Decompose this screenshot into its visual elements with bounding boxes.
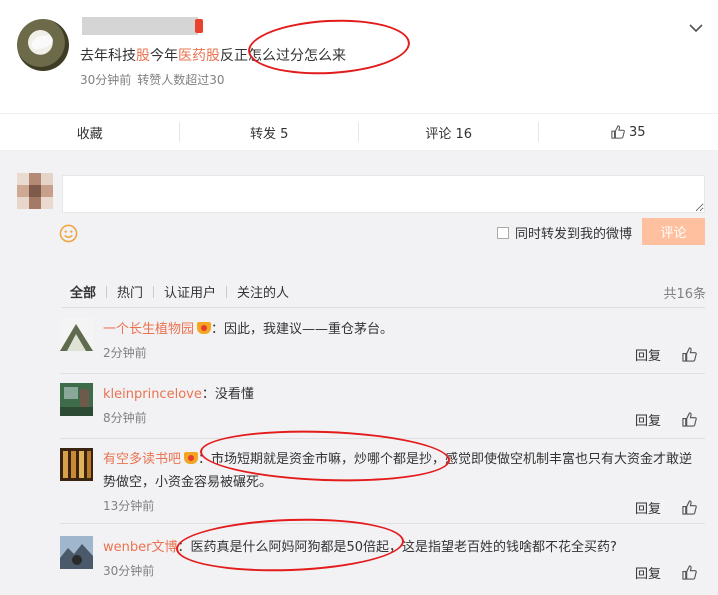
post-text-part: 反正怎么过分怎么来	[220, 48, 346, 64]
comment-body: 有空多读书吧 ：市场短期就是资金市嘛，炒哪个都是抄，感觉即使做空机制丰富也只有大资…	[103, 448, 705, 494]
comment-total: 共16条	[663, 287, 706, 302]
comment-body: wenber文博：医药真是什么阿妈阿狗都是50倍起，这是指望老百姓的钱啥都不花全…	[103, 536, 705, 559]
reply-button[interactable]: 回复	[635, 498, 661, 517]
comment-filters: 全部 热门 认证用户 关注的人	[62, 282, 299, 301]
my-avatar	[17, 173, 53, 209]
comment-time: 30分钟前	[103, 564, 155, 578]
favorite-label: 收藏	[76, 126, 103, 142]
post-text-highlight[interactable]: 医药股	[178, 48, 220, 64]
action-bar: 收藏 转发 5 评论 16 35	[0, 113, 718, 151]
vip-badge	[195, 19, 203, 33]
comment-button[interactable]: 评论 16	[359, 114, 539, 150]
submit-comment-button[interactable]: 评论	[642, 218, 705, 245]
like-button[interactable]: 35	[539, 114, 718, 150]
reply-button[interactable]: 回复	[635, 410, 661, 429]
filter-underline	[62, 307, 705, 308]
commenter-name[interactable]: 有空多读书吧	[103, 452, 181, 467]
repost-option-label: 同时转发到我的微博	[515, 227, 633, 242]
thumbs-up-icon	[611, 125, 625, 139]
commenter-name[interactable]: wenber文博	[103, 540, 177, 555]
commenter-avatar[interactable]	[60, 448, 93, 481]
comment-item: wenber文博：医药真是什么阿妈阿狗都是50倍起，这是指望老百姓的钱啥都不花全…	[60, 536, 705, 592]
comment-time: 13分钟前	[103, 499, 155, 513]
comment-text: ：因此，我建议——重仓茅台。	[211, 322, 394, 337]
comment-text: ：医药真是什么阿妈阿狗都是50倍起，这是指望老百姓的钱啥都不花全买药?	[177, 540, 617, 555]
like-count: 35	[628, 124, 646, 140]
thumbs-up-icon[interactable]	[682, 500, 697, 515]
comment-body: 一个长生植物园 ：因此，我建议——重仓茅台。	[103, 318, 705, 341]
chevron-down-icon[interactable]	[688, 20, 704, 36]
post-meta: 30分钟前 转赞人数超过30	[80, 71, 231, 88]
comment-label: 评论 16	[425, 126, 473, 142]
thumbs-up-icon[interactable]	[682, 565, 697, 580]
emoji-icon[interactable]	[59, 224, 78, 243]
favorite-button[interactable]: 收藏	[0, 114, 180, 150]
tab-following[interactable]: 关注的人	[227, 282, 299, 301]
thumbs-up-icon[interactable]	[682, 412, 697, 427]
post-text-highlight[interactable]: 股	[136, 48, 150, 64]
comment-item: 一个长生植物园 ：因此，我建议——重仓茅台。 2分钟前 回复	[60, 318, 705, 374]
post-text: 去年科技股今年医药股反正怎么过分怎么来	[80, 45, 346, 65]
comment-time: 2分钟前	[103, 346, 147, 360]
post-text-part: 今年	[150, 48, 178, 64]
commenter-avatar[interactable]	[60, 383, 93, 416]
post-card: 去年科技股今年医药股反正怎么过分怎么来 30分钟前 转赞人数超过30	[0, 0, 718, 113]
commenter-avatar[interactable]	[60, 318, 93, 351]
reply-button[interactable]: 回复	[635, 345, 661, 364]
repost-checkbox[interactable]	[497, 226, 509, 239]
comment-item: 有空多读书吧 ：市场短期就是资金市嘛，炒哪个都是抄，感觉即使做空机制丰富也只有大资…	[60, 448, 705, 524]
repost-info: 转赞人数超过30	[137, 73, 225, 87]
author-name-blurred[interactable]	[82, 17, 198, 35]
commenter-name[interactable]: kleinprincelove	[103, 387, 202, 402]
tab-verified[interactable]: 认证用户	[154, 282, 226, 301]
post-text-part: 去年科技	[80, 48, 136, 64]
comment-divider	[60, 523, 705, 524]
tab-all[interactable]: 全部	[62, 282, 106, 301]
comment-body: kleinprincelove：没看懂	[103, 383, 705, 406]
commenter-avatar[interactable]	[60, 536, 93, 569]
comment-time: 8分钟前	[103, 411, 147, 425]
tab-hot[interactable]: 热门	[107, 282, 153, 301]
repost-button[interactable]: 转发 5	[180, 114, 360, 150]
author-avatar[interactable]	[17, 19, 69, 71]
repost-label: 转发 5	[250, 126, 289, 142]
thumbs-up-icon[interactable]	[682, 347, 697, 362]
commenter-name[interactable]: 一个长生植物园	[103, 322, 194, 337]
comment-divider	[60, 373, 705, 374]
crown-badge-icon	[184, 452, 199, 464]
comment-item: kleinprincelove：没看懂 8分钟前 回复	[60, 383, 705, 439]
crown-badge-icon	[197, 322, 212, 334]
comment-divider	[60, 438, 705, 439]
repost-option[interactable]: 同时转发到我的微博	[497, 223, 632, 242]
post-time[interactable]: 30分钟前	[80, 73, 131, 87]
reply-button[interactable]: 回复	[635, 563, 661, 582]
comment-input[interactable]	[62, 175, 705, 213]
comment-text: ：没看懂	[201, 387, 254, 402]
